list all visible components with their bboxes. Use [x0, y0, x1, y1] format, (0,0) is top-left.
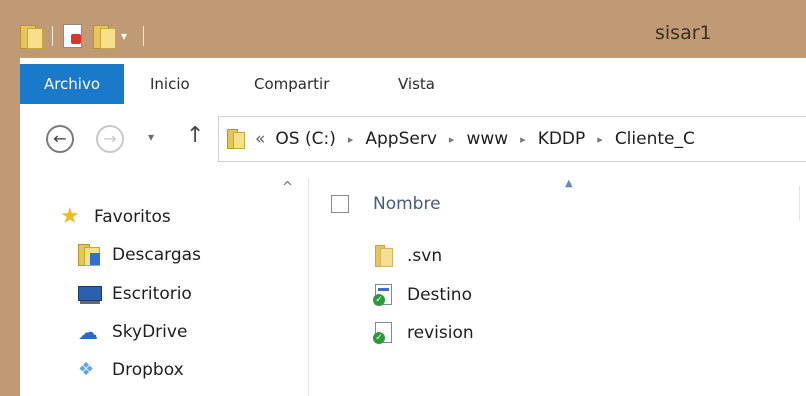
recent-locations-chevron-icon[interactable]: ▾ — [148, 130, 154, 144]
navigation-pane[interactable]: ^ ★ Favoritos Descargas Escritorio ☁ Sky… — [20, 178, 309, 396]
breadcrumb-separator-icon[interactable]: ▸ — [520, 133, 526, 146]
toolbar-separator — [52, 26, 53, 46]
file-name: Destino — [407, 285, 472, 305]
path-breadcrumb[interactable]: « OS (C:) ▸ AppServ ▸ www ▸ KDDP ▸ Clien… — [218, 116, 806, 162]
customize-toolbar-chevron-icon[interactable]: ▾ — [115, 29, 133, 43]
sort-ascending-icon: ▲ — [565, 178, 573, 189]
nav-item-skydrive[interactable]: ☁ SkyDrive — [78, 319, 187, 345]
ribbon-tabs: Archivo Inicio Compartir Vista — [20, 58, 806, 107]
forward-arrow-icon: → — [103, 129, 117, 148]
tab-archivo[interactable]: Archivo — [20, 64, 124, 104]
file-name: revision — [407, 323, 474, 343]
nav-item-label: Dropbox — [112, 360, 184, 380]
file-row-revision[interactable]: ✓ revision — [373, 319, 474, 347]
title-bar: ▾ sisar1 — [0, 0, 806, 58]
window-title: sisar1 — [655, 22, 712, 44]
back-button[interactable]: ← — [46, 125, 74, 153]
select-all-checkbox[interactable] — [331, 195, 349, 213]
breadcrumb-separator-icon[interactable]: ▸ — [449, 133, 455, 146]
file-list[interactable]: ▲ Nombre .svn ✓ Destino ✓ revision — [309, 178, 806, 396]
breadcrumb-separator-icon[interactable]: ▸ — [597, 133, 603, 146]
folder-icon — [227, 129, 245, 149]
window-frame-left — [0, 58, 20, 396]
folder-icon[interactable] — [20, 25, 43, 49]
dropbox-icon: ❖ — [78, 359, 95, 380]
nav-item-label: Favoritos — [94, 207, 171, 227]
file-row-destino[interactable]: ✓ Destino — [373, 281, 472, 309]
forward-button[interactable]: → — [96, 125, 124, 153]
desktop-icon — [78, 283, 104, 305]
up-one-level-icon[interactable]: ↑ — [186, 123, 204, 148]
tab-vista[interactable]: Vista — [398, 64, 435, 104]
breadcrumb-separator-icon[interactable]: ▸ — [348, 133, 354, 146]
column-divider[interactable] — [799, 186, 800, 220]
tab-inicio[interactable]: Inicio — [150, 64, 190, 104]
tab-compartir[interactable]: Compartir — [254, 64, 329, 104]
star-icon: ★ — [60, 204, 80, 229]
scroll-up-icon[interactable]: ^ — [282, 180, 293, 195]
nav-item-favoritos[interactable]: ★ Favoritos — [60, 204, 171, 230]
folder-icon — [373, 245, 395, 267]
nav-item-label: Descargas — [112, 245, 201, 265]
breadcrumb-www[interactable]: www — [466, 129, 508, 149]
breadcrumb-appserv[interactable]: AppServ — [365, 129, 437, 149]
new-folder-icon[interactable] — [93, 25, 116, 49]
nav-item-label: SkyDrive — [112, 322, 188, 342]
column-header-label: Nombre — [373, 194, 441, 214]
nav-item-descargas[interactable]: Descargas — [78, 242, 201, 268]
file-name: .svn — [407, 246, 443, 266]
svn-document-icon: ✓ — [373, 284, 395, 306]
overflow-chevron-icon[interactable]: « — [255, 129, 265, 149]
column-header-nombre[interactable]: Nombre — [331, 192, 441, 216]
nav-item-dropbox[interactable]: ❖ Dropbox — [78, 357, 184, 383]
svn-document-icon: ✓ — [373, 322, 395, 344]
properties-icon[interactable] — [63, 24, 83, 48]
back-arrow-icon: ← — [53, 129, 67, 148]
breadcrumb-cliente-c[interactable]: Cliente_C — [615, 129, 695, 149]
breadcrumb-kddp[interactable]: KDDP — [538, 129, 586, 149]
breadcrumb-os-c[interactable]: OS (C:) — [275, 129, 335, 149]
downloads-folder-icon — [78, 244, 104, 266]
nav-item-escritorio[interactable]: Escritorio — [78, 281, 192, 307]
quick-access-toolbar: ▾ — [20, 22, 154, 50]
address-bar: ← → ▾ ↑ « OS (C:) ▸ AppServ ▸ www ▸ KDDP… — [20, 106, 806, 178]
file-row-svn[interactable]: .svn — [373, 242, 442, 270]
skydrive-cloud-icon: ☁ — [78, 320, 98, 344]
nav-item-label: Escritorio — [112, 284, 192, 304]
toolbar-separator — [143, 26, 144, 46]
